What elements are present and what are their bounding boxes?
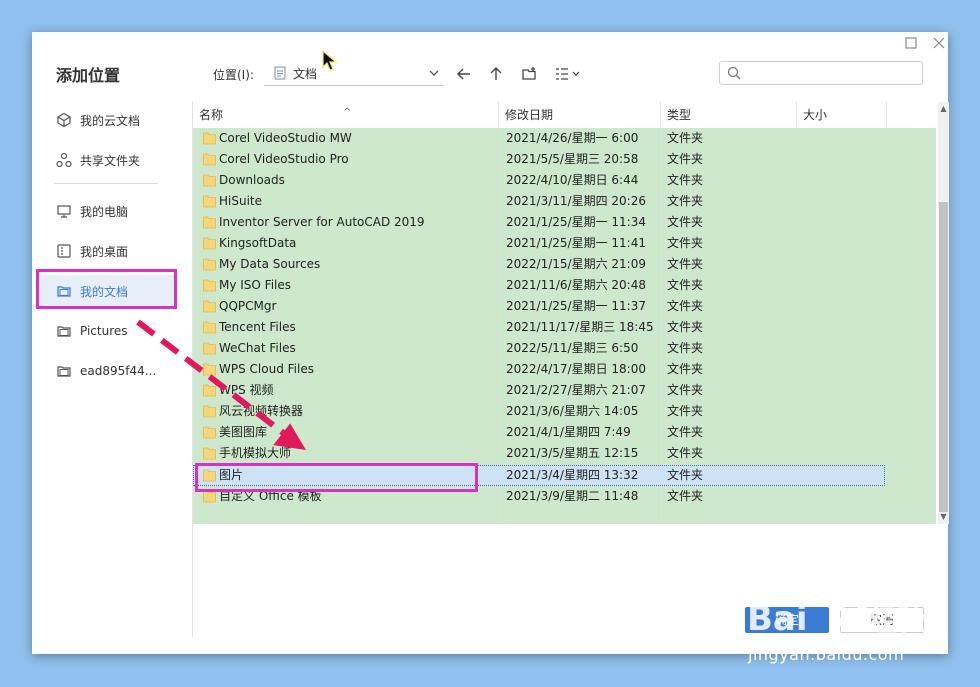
mouse-cursor-icon bbox=[322, 50, 338, 71]
svg-text:Bai: Bai bbox=[747, 599, 808, 639]
watermark-url: jingyan.baidu.com bbox=[748, 645, 905, 664]
tutorial-arrow bbox=[136, 319, 306, 450]
baidu-watermark-logo: Bai 经验 bbox=[747, 597, 925, 639]
svg-text:经验: 经验 bbox=[869, 604, 925, 637]
